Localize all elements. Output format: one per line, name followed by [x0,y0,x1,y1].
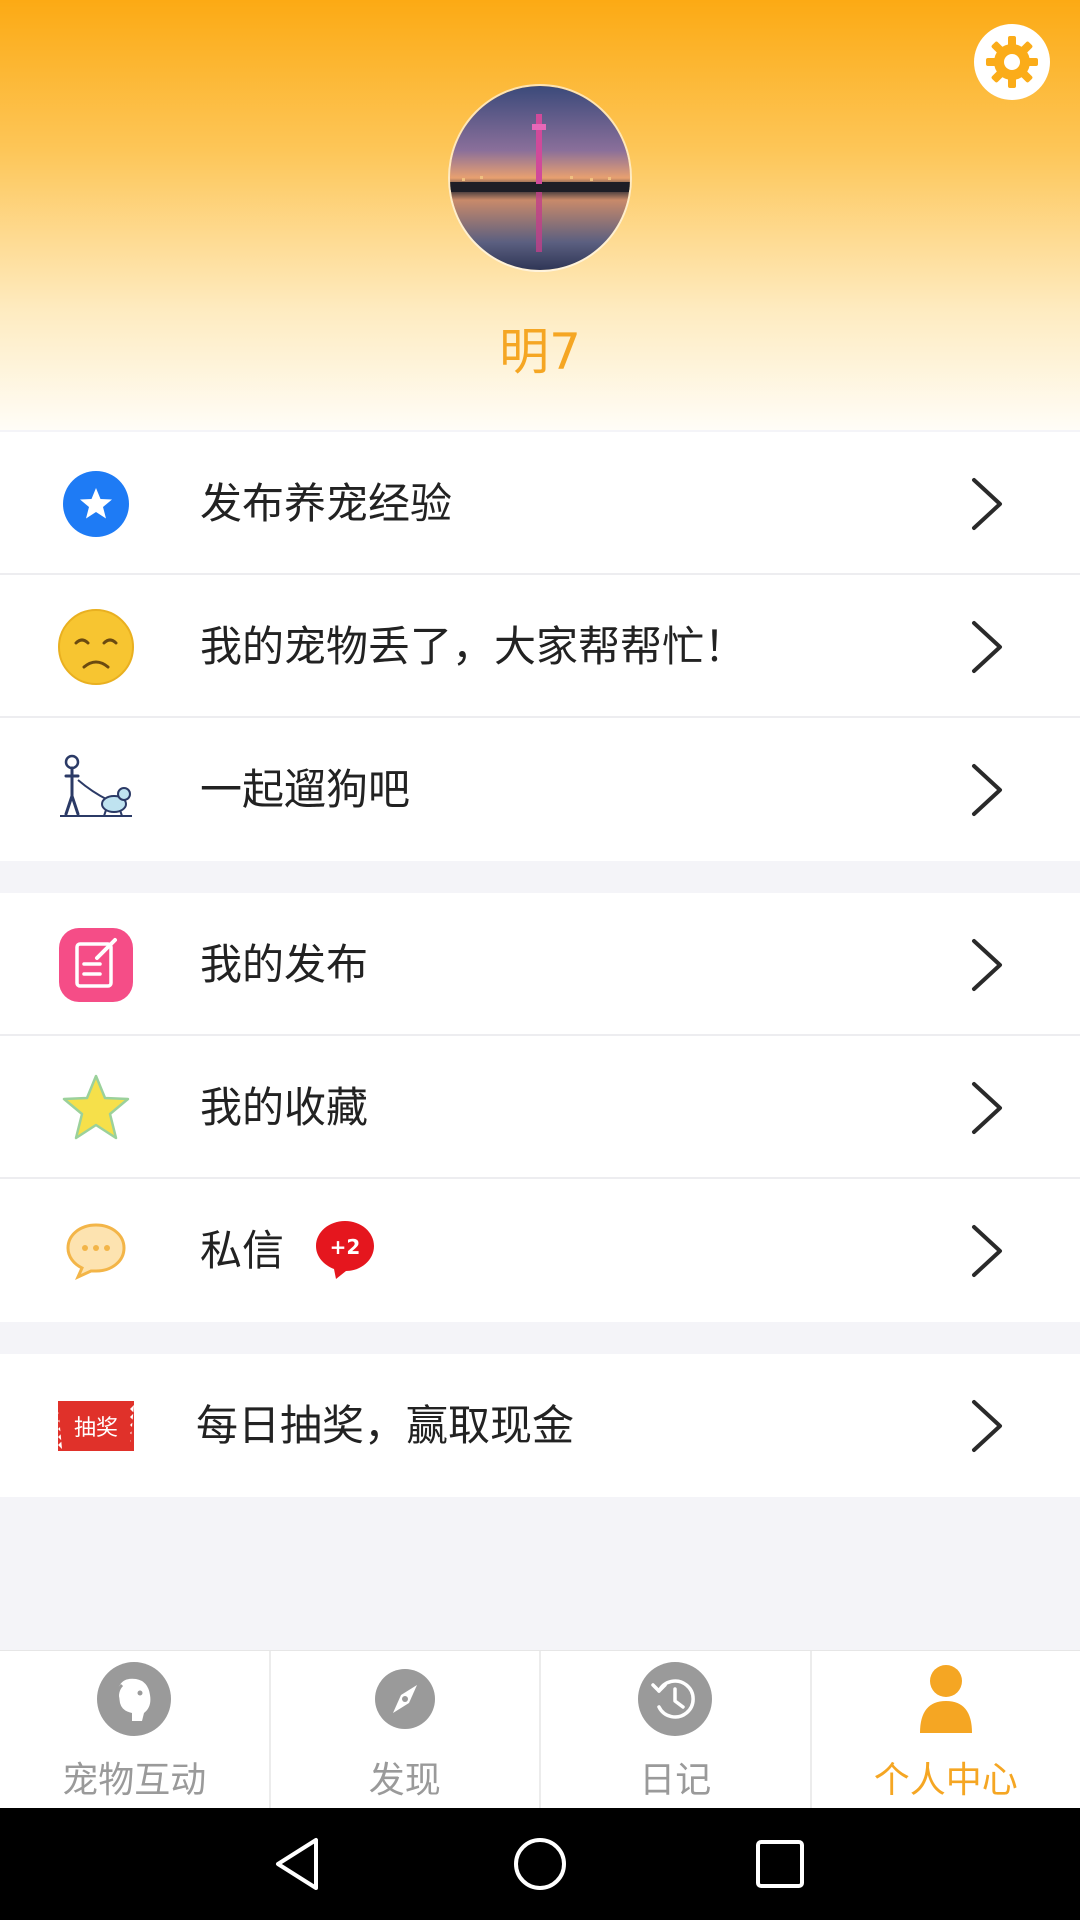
menu-label: 每日抽奖，赢取现金 [196,1401,575,1450]
settings-button[interactable] [974,24,1050,100]
menu-group-personal: 我的发布 我的收藏 私信 +2 [0,893,1080,1322]
star-icon [58,1070,134,1146]
menu-label: 我的发布 [200,940,369,989]
edit-note-icon [58,927,134,1003]
profile-header: 明7 [0,0,1080,430]
bottom-tab-bar: 宠物互动 发现 日记 个人中心 [0,1650,1080,1809]
home-icon[interactable] [510,1834,570,1894]
tab-diary[interactable]: 日记 [541,1651,812,1809]
system-nav-bar [0,1808,1080,1920]
chevron-right-icon [972,1400,1002,1452]
menu-group-lottery: 抽奖 每日抽奖，赢取现金 [0,1354,1080,1497]
badge-count: +2 [330,1235,361,1259]
tab-label: 个人中心 [873,1760,1018,1801]
menu-item-publish-experience[interactable]: 发布养宠经验 [0,432,1080,575]
lottery-ticket-text: 抽奖 [74,1416,118,1441]
lottery-ticket-icon: 抽奖 [58,1388,134,1464]
username: 明7 [499,323,581,381]
menu-item-lost-pet[interactable]: 我的宠物丢了，大家帮帮忙！ [0,575,1080,718]
menu-item-my-posts[interactable]: 我的发布 [0,893,1080,1036]
menu-label: 发布养宠经验 [200,479,453,528]
chat-bubble-icon [58,1213,134,1289]
chevron-right-icon [972,1225,1002,1277]
chevron-right-icon [972,478,1002,530]
compass-icon [374,1669,435,1729]
chevron-right-icon [972,939,1002,991]
menu-label: 一起遛狗吧 [200,765,411,814]
avatar[interactable] [450,86,630,270]
menu-label: 我的收藏 [200,1083,369,1132]
menu-item-daily-lottery[interactable]: 抽奖 每日抽奖，赢取现金 [0,1354,1080,1497]
unread-badge: +2 [314,1219,376,1281]
tab-label: 发现 [368,1760,441,1801]
tab-discover[interactable]: 发现 [271,1651,541,1809]
sad-face-icon [58,609,134,685]
tab-personal-center[interactable]: 个人中心 [812,1651,1080,1809]
tab-pet-interaction[interactable]: 宠物互动 [0,1651,271,1809]
back-icon[interactable] [270,1834,330,1894]
chevron-right-icon [972,1082,1002,1134]
history-clock-icon [638,1662,713,1736]
recents-icon[interactable] [750,1834,810,1894]
chevron-right-icon [972,621,1002,673]
menu-label: 私信 [200,1226,285,1275]
chevron-right-icon [972,764,1002,816]
menu-item-messages[interactable]: 私信 +2 [0,1179,1080,1322]
tab-label: 宠物互动 [62,1760,207,1801]
tab-label: 日记 [639,1760,712,1801]
dog-icon [97,1662,172,1736]
menu-label: 我的宠物丢了，大家帮帮忙！ [200,622,747,671]
menu-item-walk-dog[interactable]: 一起遛狗吧 [0,718,1080,861]
walking-dog-icon [58,752,134,828]
person-icon [919,1665,972,1733]
star-circle-icon [58,466,134,542]
menu-group-pets: 发布养宠经验 我的宠物丢了，大家帮帮忙！ 一起遛狗吧 [0,432,1080,861]
gear-icon [986,36,1038,88]
menu-item-my-favorites[interactable]: 我的收藏 [0,1036,1080,1179]
